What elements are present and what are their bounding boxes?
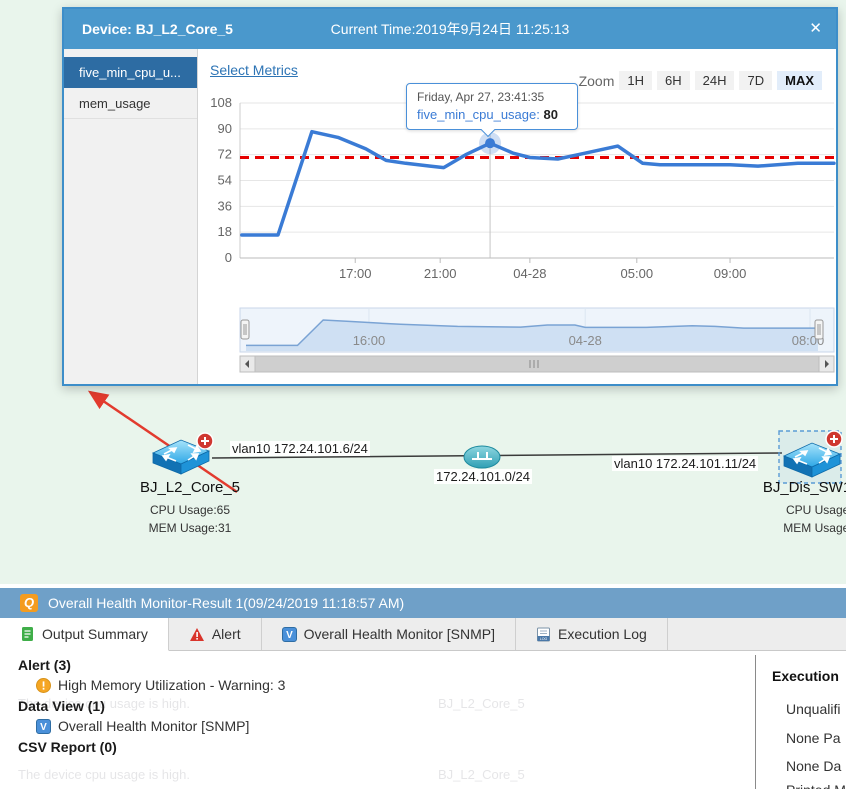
alert-section-heading: Alert (3)	[18, 657, 71, 673]
content-divider	[755, 655, 756, 789]
device-name-bj-dis-sw1[interactable]: BJ_Dis_SW1	[732, 479, 846, 496]
svg-text:108: 108	[210, 95, 232, 110]
tab-label: Execution Log	[558, 626, 647, 642]
metric-tab-mem-usage[interactable]: mem_usage	[64, 88, 197, 119]
tab-alert[interactable]: Alert	[169, 618, 262, 650]
data-view-icon: V	[36, 718, 51, 734]
execution-row: None Da	[786, 758, 842, 774]
execution-heading: Execution	[772, 668, 839, 684]
device-mem-usage: MEM Usage:31	[148, 521, 232, 535]
tab-label: Overall Health Monitor [SNMP]	[303, 626, 496, 642]
chart-tooltip: Friday, Apr 27, 23:41:35 five_min_cpu_us…	[406, 83, 578, 138]
alert-item[interactable]: High Memory Utilization - Warning: 3	[36, 677, 285, 693]
summary-doc-icon	[22, 627, 33, 641]
interface-label-left: vlan10 172.24.101.6/24	[230, 441, 370, 456]
execution-summary-column: Execution Unqualifi None Pa None Da Prin…	[768, 651, 846, 789]
qapp-icon: Q	[20, 594, 38, 612]
svg-text:54: 54	[218, 173, 232, 188]
svg-text:90: 90	[218, 121, 232, 136]
ghost-row: The device cpu usage is high. BJ_L2_Core…	[18, 767, 525, 782]
alert-item-label: High Memory Utilization - Warning: 3	[58, 677, 286, 693]
metric-tab-list: five_min_cpu_u... mem_usage	[64, 49, 198, 384]
tooltip-timestamp: Friday, Apr 27, 23:41:35	[417, 90, 545, 104]
tooltip-value: 80	[543, 107, 558, 122]
alert-triangle-icon	[189, 627, 204, 641]
tab-label: Alert	[211, 626, 241, 642]
device-cpu-usage: CPU Usage:65	[149, 503, 231, 517]
data-view-icon: V	[281, 626, 297, 642]
execution-row: None Pa	[786, 730, 841, 746]
execution-row: Unqualifi	[786, 701, 841, 717]
svg-text:0: 0	[225, 250, 232, 265]
network-label: 172.24.101.0/24	[434, 469, 532, 484]
result-panel-title: Overall Health Monitor-Result 1(09/24/20…	[48, 595, 405, 611]
svg-text:16:00: 16:00	[353, 333, 386, 348]
chart-area: Select Metrics Zoom 1H 6H 24H 7D MAX 0 18…	[198, 49, 836, 384]
svg-text:LOG: LOG	[540, 637, 548, 641]
interface-label-right: vlan10 172.24.101.11/24	[612, 456, 759, 471]
svg-text:18: 18	[218, 224, 232, 239]
data-view-section-heading: Data View (1)	[18, 698, 105, 714]
svg-text:V: V	[40, 722, 47, 733]
alert-badge-icon	[825, 430, 843, 448]
svg-text:17:00: 17:00	[339, 266, 372, 281]
alert-badge-icon	[196, 432, 214, 450]
device-mem-usage: MEM Usage:45	[783, 521, 846, 535]
svg-text:72: 72	[218, 147, 232, 162]
device-icon-bj-dis-sw1[interactable]	[778, 430, 843, 484]
warning-icon	[36, 677, 51, 693]
dialog-header[interactable]: Device: BJ_L2_Core_5 Current Time:2019年9…	[64, 9, 836, 49]
device-icon-bj-l2-core-5[interactable]	[151, 432, 214, 475]
execution-log-icon: LOG	[537, 627, 551, 641]
execution-row: Printed M	[786, 782, 846, 789]
data-view-item-label: Overall Health Monitor [SNMP]	[58, 718, 250, 734]
device-metrics-dialog: Device: BJ_L2_Core_5 Current Time:2019年9…	[62, 7, 838, 386]
result-panel-tabs: Output Summary Alert V Overall Health Mo…	[0, 618, 846, 651]
annotation-arrow	[87, 390, 238, 494]
svg-text:V: V	[286, 630, 293, 641]
device-name-bj-l2-core-5[interactable]: BJ_L2_Core_5	[115, 479, 265, 496]
svg-text:09:00: 09:00	[714, 266, 747, 281]
tab-output-summary[interactable]: Output Summary	[0, 618, 169, 651]
csv-report-section-heading: CSV Report (0)	[18, 739, 117, 755]
svg-text:04-28: 04-28	[569, 333, 602, 348]
svg-text:05:00: 05:00	[621, 266, 654, 281]
device-cpu-usage: CPU Usage:22	[785, 503, 846, 517]
tab-overall-health-monitor[interactable]: V Overall Health Monitor [SNMP]	[262, 618, 517, 650]
tab-execution-log[interactable]: LOG Execution Log	[516, 618, 668, 650]
data-view-item[interactable]: V Overall Health Monitor [SNMP]	[36, 718, 249, 734]
svg-text:04-28: 04-28	[513, 266, 546, 281]
close-icon[interactable]: ✕	[809, 19, 822, 37]
svg-text:21:00: 21:00	[424, 266, 457, 281]
metric-tab-five-min-cpu[interactable]: five_min_cpu_u...	[64, 57, 197, 88]
tooltip-series-name: five_min_cpu_usage:	[417, 107, 540, 122]
result-panel-titlebar[interactable]: Q Overall Health Monitor-Result 1(09/24/…	[0, 588, 846, 618]
output-summary-content: The device cpu usage is high. BJ_L2_Core…	[0, 651, 846, 789]
lan-media-icon[interactable]	[463, 445, 501, 469]
dialog-device-title: Device: BJ_L2_Core_5	[82, 21, 233, 37]
screen: vlan10 172.24.101.6/24 172.24.101.0/24 v…	[0, 0, 846, 789]
ghost-row: The device cpu usage is high. BJ_L2_Core…	[18, 696, 525, 711]
tab-label: Output Summary	[42, 626, 148, 642]
svg-text:36: 36	[218, 198, 232, 213]
